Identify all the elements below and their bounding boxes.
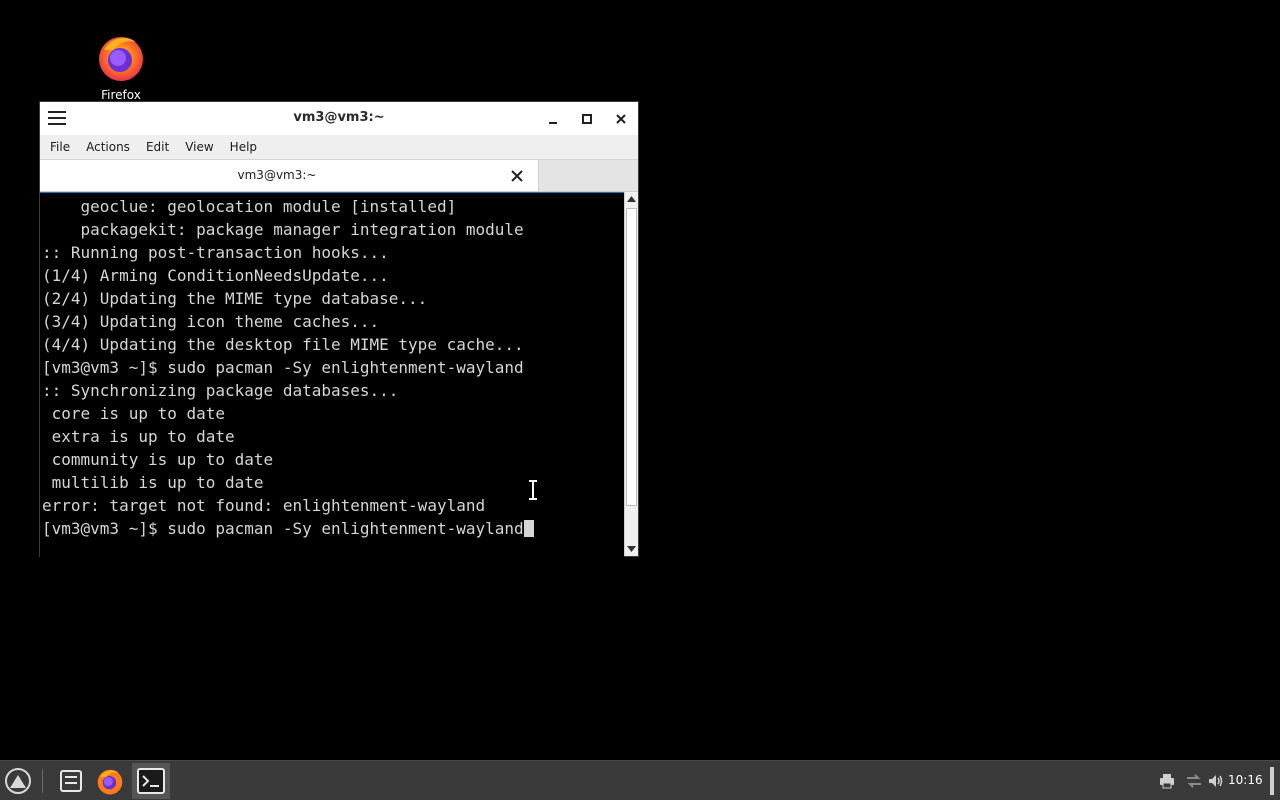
terminal-current-command: [vm3@vm3 ~]$ sudo pacman -Sy enlightenme… xyxy=(42,519,524,538)
show-desktop-button[interactable] xyxy=(1270,767,1274,795)
desktop-icon-firefox[interactable]: Firefox xyxy=(88,32,154,102)
terminal-window: vm3@vm3:~ File Actions Edit View Help vm… xyxy=(39,101,639,557)
terminal-line: :: Synchronizing package databases... xyxy=(42,381,399,400)
close-button[interactable] xyxy=(612,110,630,128)
menu-help[interactable]: Help xyxy=(224,135,263,160)
terminal-scrollbar[interactable] xyxy=(624,192,638,556)
terminal-line: geoclue: geolocation module [installed] xyxy=(42,197,457,216)
firefox-icon xyxy=(99,37,143,81)
minimize-button[interactable] xyxy=(544,110,562,128)
tray-volume[interactable] xyxy=(1207,772,1225,790)
terminal-icon xyxy=(137,768,165,794)
terminal-tab[interactable]: vm3@vm3:~ xyxy=(40,160,539,191)
terminal-line: :: Running post-transaction hooks... xyxy=(42,243,389,262)
tray-printer[interactable] xyxy=(1158,772,1176,790)
scroll-up-button[interactable] xyxy=(625,192,638,206)
ibeam-cursor-icon xyxy=(529,480,537,500)
terminal-line: multilib is up to date xyxy=(42,473,264,492)
terminal-line: error: target not found: enlightenment-w… xyxy=(42,496,486,515)
maximize-button[interactable] xyxy=(578,110,596,128)
minimize-icon xyxy=(549,122,557,124)
terminal-line: (3/4) Updating icon theme caches... xyxy=(42,312,380,331)
tab-title: vm3@vm3:~ xyxy=(237,168,317,182)
taskbar-terminal[interactable] xyxy=(132,763,170,799)
tab-close-button[interactable] xyxy=(510,168,524,182)
volume-icon xyxy=(1209,775,1223,787)
taskbar-separator xyxy=(42,769,43,793)
terminal-line: packagekit: package manager integration … xyxy=(42,220,524,239)
terminal-line: (4/4) Updating the desktop file MIME typ… xyxy=(42,335,524,354)
terminal-line: [vm3@vm3 ~]$ sudo pacman -Sy enlightenme… xyxy=(42,358,524,377)
scroll-down-button[interactable] xyxy=(625,542,638,556)
firefox-icon xyxy=(97,769,123,795)
app-menu-button[interactable] xyxy=(2,765,34,797)
terminal-line: (2/4) Updating the MIME type database... xyxy=(42,289,428,308)
terminal-line: community is up to date xyxy=(42,450,274,469)
app-menu-icon xyxy=(5,768,31,794)
arrow-down-icon xyxy=(627,546,636,552)
taskbar-clock[interactable]: 10:16 xyxy=(1228,773,1263,787)
menu-view[interactable]: View xyxy=(179,135,219,160)
menu-edit[interactable]: Edit xyxy=(140,135,175,160)
taskbar-file-manager[interactable] xyxy=(55,766,87,796)
taskbar: 10:16 xyxy=(0,760,1280,800)
scrollbar-thumb[interactable] xyxy=(626,208,637,506)
menu-bar: File Actions Edit View Help xyxy=(40,135,638,160)
desktop-icon-label: Firefox xyxy=(101,88,141,102)
printer-icon xyxy=(1160,774,1174,789)
network-icon xyxy=(1187,774,1201,788)
terminal-output[interactable]: geoclue: geolocation module [installed] … xyxy=(40,192,624,557)
taskbar-firefox[interactable] xyxy=(94,765,126,797)
terminal-line: core is up to date xyxy=(42,404,226,423)
tab-bar: vm3@vm3:~ xyxy=(40,160,638,192)
terminal-line: extra is up to date xyxy=(42,427,235,446)
arrow-up-icon xyxy=(627,196,636,202)
terminal-line: (1/4) Arming ConditionNeedsUpdate... xyxy=(42,266,389,285)
menu-file[interactable]: File xyxy=(44,135,76,160)
maximize-icon xyxy=(582,114,592,124)
close-icon xyxy=(511,170,523,182)
file-manager-icon xyxy=(60,770,82,792)
tray-network[interactable] xyxy=(1184,772,1204,790)
window-titlebar[interactable]: vm3@vm3:~ xyxy=(40,102,638,135)
text-cursor xyxy=(523,520,534,537)
menu-actions[interactable]: Actions xyxy=(80,135,136,160)
terminal-prompt-line: [vm3@vm3 ~]$ sudo pacman -Sy enlightenme… xyxy=(40,517,534,540)
close-icon xyxy=(616,114,626,124)
